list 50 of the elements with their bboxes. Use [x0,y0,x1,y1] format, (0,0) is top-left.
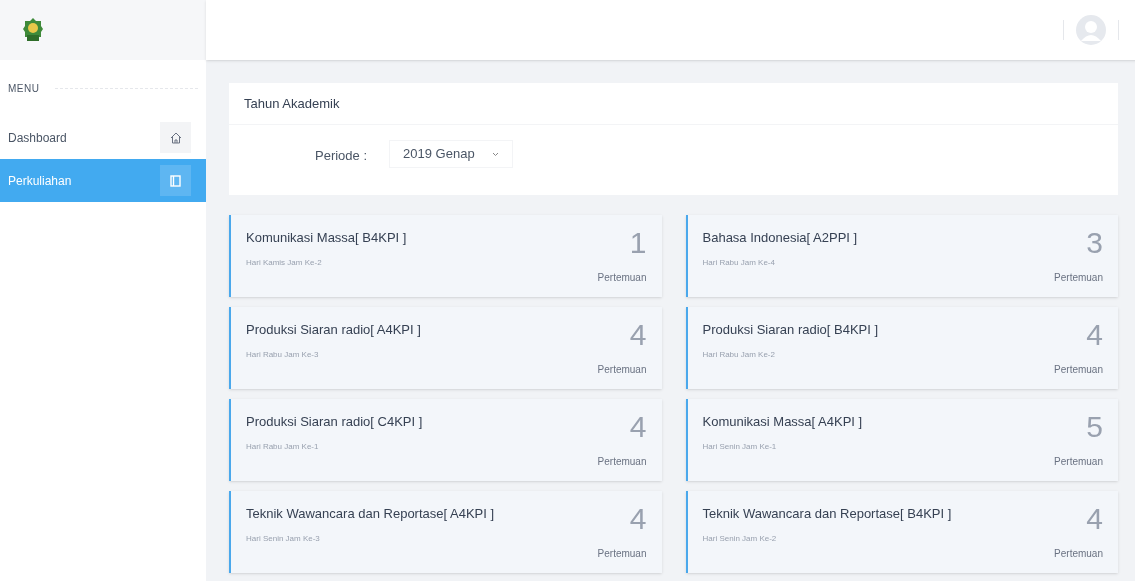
meeting-label: Pertemuan [1054,547,1103,561]
meeting-label: Pertemuan [1054,271,1103,285]
book-icon [170,174,181,187]
period-label: Periode : [315,147,368,165]
course-card[interactable]: Komunikasi Massa[ B4KPI ] Hari Kamis Jam Ke-2 1 Pertemuan [229,215,662,297]
course-name: Teknik Wawancara dan Reportase[ B4KPI ] [702,505,952,523]
meeting-count: 1 [629,228,647,258]
course-name: Produksi Siaran radio[ C4KPI ] [246,413,423,431]
sidebar-item[interactable]: Dashboard [0,116,206,159]
course-name: Komunikasi Massa[ B4KPI ] [246,229,407,247]
meeting-label: Pertemuan [597,455,647,469]
course-card[interactable]: Produksi Siaran radio[ A4KPI ] Hari Rabu Jam Ke-3 4 Pertemuan [229,307,662,389]
course-name: Produksi Siaran radio[ A4KPI ] [246,321,421,339]
period-dropdown[interactable]: 2019 Genap [389,140,514,168]
course-name: Komunikasi Massa[ A4KPI ] [702,413,863,431]
course-schedule: Hari Senin Jam Ke-3 [246,532,321,545]
meeting-label: Pertemuan [597,363,647,377]
meeting-count: 4 [629,412,647,442]
course-schedule: Hari Rabu Jam Ke-2 [702,348,776,361]
course-card[interactable]: Bahasa Indonesia[ A2PPI ] Hari Rabu Jam Ke-4 3 Pertemuan [685,215,1118,297]
meeting-count: 4 [629,504,647,534]
course-card[interactable]: Teknik Wawancara dan Reportase[ B4KPI ] Hari Senin Jam Ke-2 4 Pertemuan [685,491,1118,573]
course-card[interactable]: Teknik Wawancara dan Reportase[ A4KPI ] Hari Senin Jam Ke-3 4 Pertemuan [229,491,662,573]
course-schedule: Hari Rabu Jam Ke-1 [246,440,320,453]
menu-heading: MENU [8,81,40,96]
home-icon [169,131,182,144]
course-schedule: Hari Rabu Jam Ke-3 [246,348,320,361]
meeting-count: 4 [1086,320,1103,350]
course-schedule: Hari Kamis Jam Ke-2 [246,256,323,269]
user-avatar-icon[interactable] [1076,15,1106,45]
meeting-label: Pertemuan [597,271,647,285]
meeting-label: Pertemuan [1054,455,1103,469]
meeting-count: 5 [1086,412,1103,442]
course-schedule: Hari Senin Jam Ke-2 [702,532,778,545]
chevron-down-icon [492,151,500,157]
course-card[interactable]: Produksi Siaran radio[ B4KPI ] Hari Rabu Jam Ke-2 4 Pertemuan [685,307,1118,389]
logo-icon [22,17,44,43]
course-name: Bahasa Indonesia[ A2PPI ] [702,229,858,247]
course-card[interactable]: Komunikasi Massa[ A4KPI ] Hari Senin Jam Ke-1 5 Pertemuan [685,399,1118,481]
course-name: Teknik Wawancara dan Reportase[ A4KPI ] [246,505,495,523]
meeting-count: 4 [629,320,647,350]
meeting-count: 4 [1086,504,1103,534]
course-schedule: Hari Senin Jam Ke-1 [702,440,778,453]
course-schedule: Hari Rabu Jam Ke-4 [702,256,776,269]
course-name: Produksi Siaran radio[ B4KPI ] [702,321,879,339]
course-card[interactable]: Produksi Siaran radio[ C4KPI ] Hari Rabu Jam Ke-1 4 Pertemuan [229,399,662,481]
meeting-label: Pertemuan [1054,363,1103,377]
meeting-label: Pertemuan [597,547,647,561]
card-title: Tahun Akademik [244,94,340,113]
meeting-count: 3 [1086,228,1103,258]
